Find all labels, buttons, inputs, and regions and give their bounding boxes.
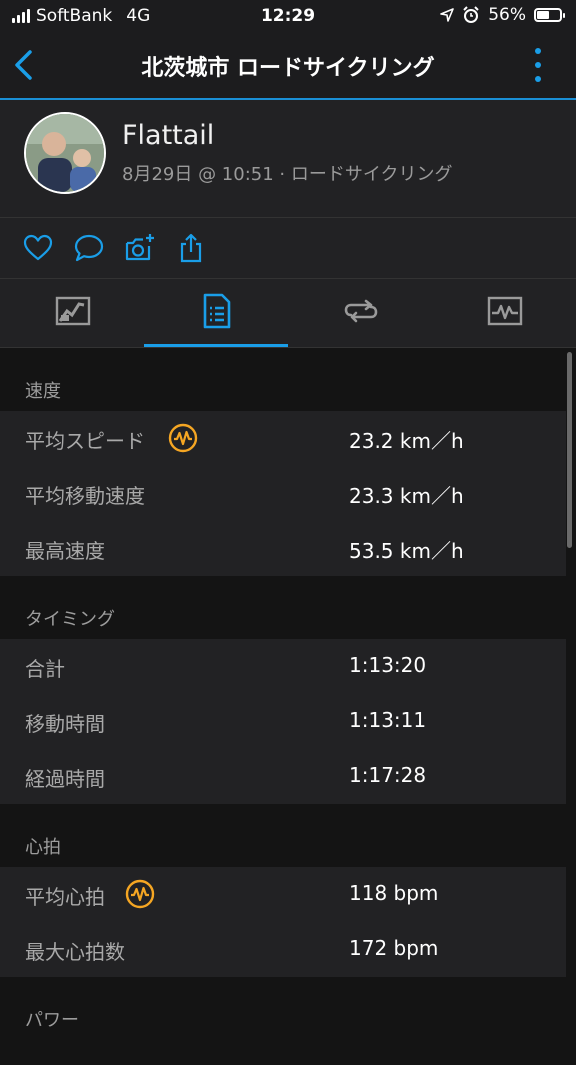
stat-row: 最高速度 53.5 km／h xyxy=(0,521,566,576)
stat-label: 経過時間 xyxy=(25,767,105,791)
stat-row: 経過時間 1:17:28 xyxy=(0,749,566,804)
heart-icon[interactable] xyxy=(22,232,54,264)
tab-map[interactable] xyxy=(0,279,144,347)
location-icon xyxy=(440,8,455,22)
stat-value: 1:13:11 xyxy=(349,708,427,732)
stat-value: 53.5 km／h xyxy=(349,539,464,563)
stat-label: 合計 xyxy=(25,657,65,681)
stat-label: 平均心拍 xyxy=(25,885,105,909)
stat-label: 最高速度 xyxy=(25,539,105,563)
scrollbar[interactable] xyxy=(567,352,572,548)
tab-laps[interactable] xyxy=(288,279,432,347)
add-photo-icon[interactable] xyxy=(124,232,156,264)
stat-value: 23.2 km／h xyxy=(349,429,464,453)
stat-row: 平均移動速度 23.3 km／h xyxy=(0,466,566,521)
tab-bar xyxy=(0,279,576,348)
map-icon xyxy=(55,296,91,326)
stat-row: 合計 1:13:20 xyxy=(0,639,566,694)
section-header: 速度 xyxy=(0,348,566,411)
stat-value: 1:13:20 xyxy=(349,653,427,677)
activity-subtitle: 8月29日 @ 10:51 · ロードサイクリング xyxy=(122,164,453,185)
personal-record-badge-icon[interactable] xyxy=(168,423,198,453)
stats-icon xyxy=(203,293,231,329)
tab-charts[interactable] xyxy=(432,279,576,347)
stat-value: 172 bpm xyxy=(349,936,439,960)
alarm-icon xyxy=(463,6,479,23)
tab-stats[interactable] xyxy=(144,279,288,347)
stat-value: 23.3 km／h xyxy=(349,484,464,508)
chart-icon xyxy=(487,296,523,326)
stat-value: 118 bpm xyxy=(349,881,439,905)
activity-header: Flattail 8月29日 @ 10:51 · ロードサイクリング xyxy=(0,100,576,218)
battery-percent: 56% xyxy=(488,5,526,25)
share-icon[interactable] xyxy=(175,232,207,264)
more-menu-icon[interactable] xyxy=(534,48,542,82)
page-title: 北茨城市 ロードサイクリング xyxy=(141,56,435,81)
stat-value: 1:17:28 xyxy=(349,763,427,787)
stat-row: 平均心拍 118 bpm xyxy=(0,867,566,922)
stat-row: 移動時間 1:13:11 xyxy=(0,694,566,749)
battery-icon xyxy=(534,8,565,22)
stat-label: 平均移動速度 xyxy=(25,484,145,508)
status-bar: SoftBank 4G 12:29 56% xyxy=(0,0,576,34)
personal-record-badge-icon[interactable] xyxy=(125,879,155,909)
stat-label: 平均スピード xyxy=(25,429,145,453)
section-header: パワー xyxy=(0,977,566,1040)
stats-list: 速度平均スピード 23.2 km／h 平均移動速度 23.3 km／h 最高速度 53.5… xyxy=(0,348,566,1040)
comment-icon[interactable] xyxy=(73,232,105,264)
stat-row: 平均スピード 23.2 km／h xyxy=(0,411,566,466)
stat-row: 最大心拍数 172 bpm xyxy=(0,922,566,977)
laps-icon xyxy=(344,299,378,323)
stat-label: 最大心拍数 xyxy=(25,940,125,964)
username[interactable]: Flattail xyxy=(122,120,214,151)
action-bar xyxy=(0,218,576,279)
stat-label: 移動時間 xyxy=(25,712,105,736)
section-header: タイミング xyxy=(0,576,566,639)
nav-bar: 北茨城市 ロードサイクリング xyxy=(0,34,576,100)
avatar[interactable] xyxy=(24,112,106,194)
section-header: 心拍 xyxy=(0,804,566,867)
